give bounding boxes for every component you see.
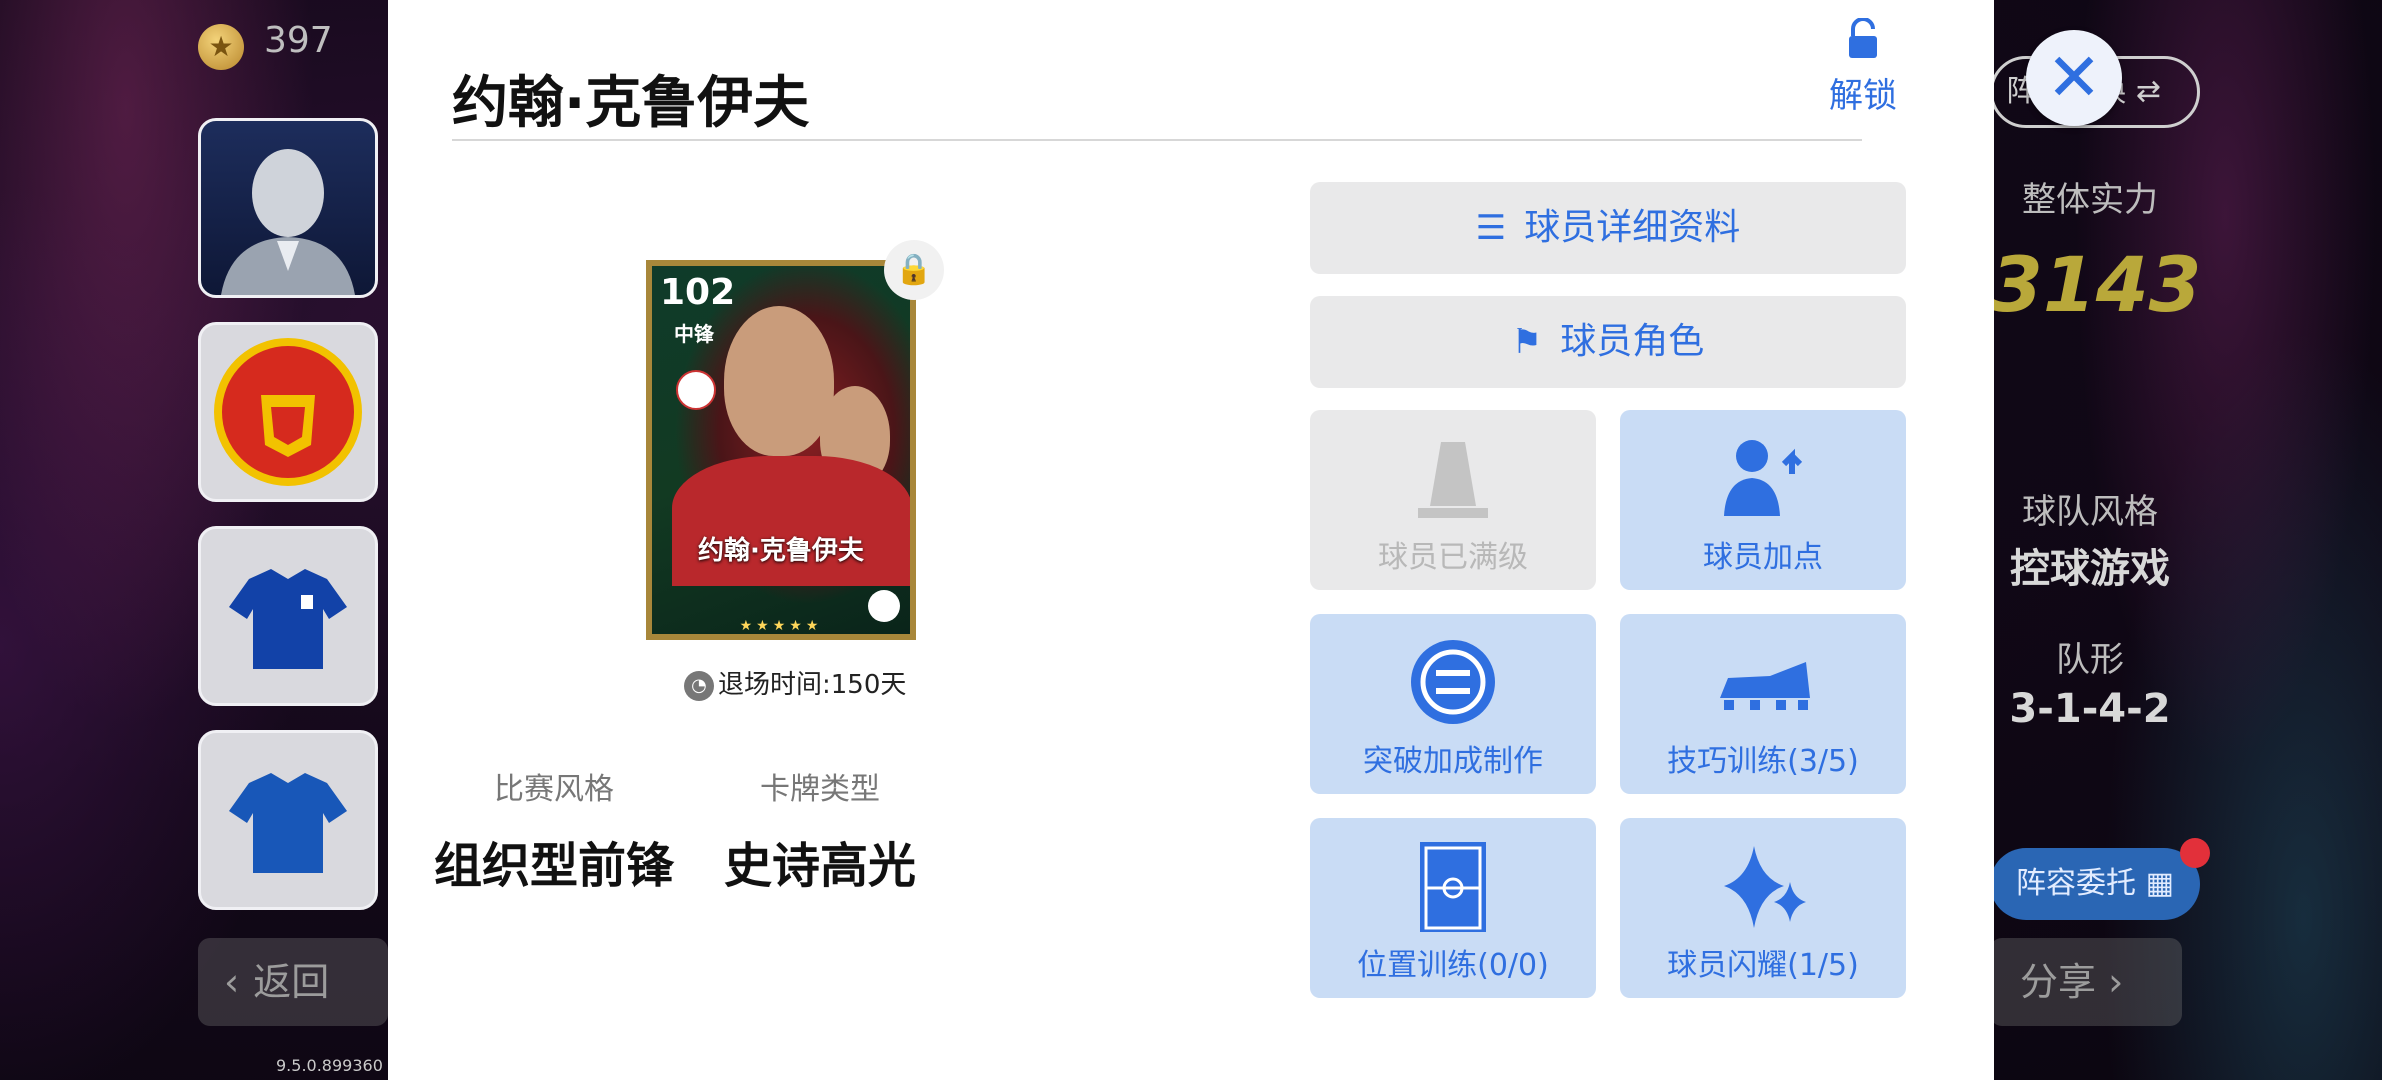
maxed-label: 球员已满级 xyxy=(1378,540,1528,575)
skill-training-label: 技巧训练(3/5) xyxy=(1667,744,1859,779)
player-card[interactable]: 102 中锋 约翰·克鲁伊夫 ★★★★★ xyxy=(646,260,916,640)
card-player-name: 约翰·克鲁伊夫 xyxy=(698,536,864,566)
position-training-button[interactable]: 位置训练(0/0) xyxy=(1310,818,1596,998)
delegate-button[interactable]: 阵容委托 ▦ xyxy=(1990,838,2210,920)
player-portrait xyxy=(724,306,834,456)
exit-time: ◔ 退场时间:150天 xyxy=(684,664,906,701)
card-stars: ★★★★★ xyxy=(739,618,823,634)
overall-label: 整体实力 xyxy=(2022,180,2158,220)
shirt-icon xyxy=(229,569,347,669)
formation-value: 3-1-4-2 xyxy=(2009,686,2171,732)
efootball-logo-icon xyxy=(868,590,900,622)
pitch-icon xyxy=(1420,842,1486,932)
add-points-button[interactable]: 球员加点 xyxy=(1620,410,1906,590)
role-label: 球员角色 xyxy=(1560,321,1705,362)
version-label: 9.5.0.899360 xyxy=(276,1056,383,1075)
share-button[interactable]: 分享 › xyxy=(1990,938,2182,1026)
coin-count: 397 xyxy=(264,20,333,61)
card-type-label: 卡牌类型 xyxy=(760,772,880,807)
close-button[interactable]: ✕ xyxy=(2026,30,2122,126)
home-kit-tile[interactable] xyxy=(198,526,378,706)
lock-icon[interactable]: 🔒 xyxy=(884,240,944,300)
play-style-label: 比赛风格 xyxy=(494,772,614,807)
flag-icon: ⚑ xyxy=(1511,322,1543,362)
play-style-value: 组织型前锋 xyxy=(433,838,674,894)
player-role-button[interactable]: ⚑ 球员角色 xyxy=(1310,296,1906,388)
title-divider xyxy=(452,139,1862,141)
overall-value: 3143 xyxy=(1990,240,2202,329)
notification-dot xyxy=(2180,838,2210,868)
club-tile[interactable] xyxy=(198,322,378,502)
player-shine-button[interactable]: 球员闪耀(1/5) xyxy=(1620,818,1906,998)
card-type-value: 史诗高光 xyxy=(723,838,916,894)
breakthrough-label: 突破加成制作 xyxy=(1363,744,1543,779)
player-name-title: 约翰·克鲁伊夫 xyxy=(452,71,810,136)
away-kit-tile[interactable] xyxy=(198,730,378,910)
efootball-badge-icon xyxy=(1411,640,1495,724)
share-label: 分享 xyxy=(2020,960,2097,1004)
shirt-icon xyxy=(229,773,347,873)
club-badge-icon xyxy=(676,370,716,410)
skill-training-button[interactable]: 技巧训练(3/5) xyxy=(1620,614,1906,794)
unlock-button[interactable]: 解锁 xyxy=(1818,17,1908,117)
cone-icon xyxy=(1418,442,1488,518)
club-crest-icon xyxy=(214,338,362,486)
person-up-icon xyxy=(1724,440,1803,516)
clock-icon: ◔ xyxy=(684,670,714,701)
manager-tile[interactable] xyxy=(198,118,378,298)
team-style-value: 控球游戏 xyxy=(2010,546,2170,592)
back-label: 返回 xyxy=(253,960,330,1004)
team-style-label: 球队风格 xyxy=(2022,492,2158,532)
maxed-level-button[interactable]: 球员已满级 xyxy=(1310,410,1596,590)
card-rating: 102 xyxy=(660,272,736,313)
player-details-button[interactable]: ☰ 球员详细资料 xyxy=(1310,182,1906,274)
shine-label: 球员闪耀(1/5) xyxy=(1667,948,1859,983)
coin-icon: ★ xyxy=(198,24,244,70)
unlock-label: 解锁 xyxy=(1829,76,1897,116)
add-points-label: 球员加点 xyxy=(1703,540,1823,575)
formation-label: 队形 xyxy=(2056,640,2124,680)
chevron-left-icon: ‹ xyxy=(224,960,240,1004)
exit-time-text: 退场时间:150天 xyxy=(718,670,907,700)
player-modal: 约翰·克鲁伊夫 解锁 102 中锋 约翰·克鲁伊夫 ★★★★★ 🔒 ◔ 退场时间:… xyxy=(388,0,1994,1080)
back-button[interactable]: ‹ 返回 xyxy=(198,938,388,1026)
sparkle-icon xyxy=(1724,846,1806,928)
manager-avatar-icon xyxy=(221,149,355,295)
boot-icon xyxy=(1720,662,1810,710)
breakthrough-button[interactable]: 突破加成制作 xyxy=(1310,614,1596,794)
delegate-label: 阵容委托 xyxy=(2016,866,2137,901)
list-icon: ☰ xyxy=(1475,208,1507,248)
unlock-icon xyxy=(1849,17,1877,58)
position-training-label: 位置训练(0/0) xyxy=(1357,948,1549,983)
close-icon: ✕ xyxy=(2046,39,2102,116)
details-label: 球员详细资料 xyxy=(1524,207,1741,248)
card-position: 中锋 xyxy=(674,322,714,346)
